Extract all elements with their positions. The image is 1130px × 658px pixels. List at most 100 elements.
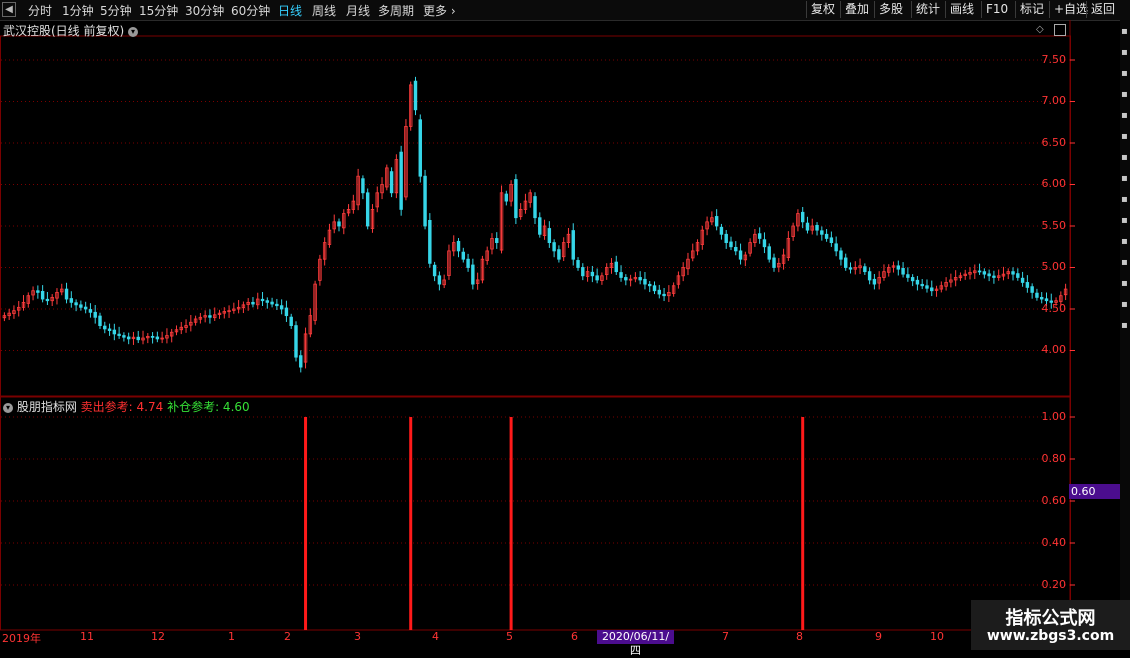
- price-label: 6.50: [1041, 136, 1067, 149]
- multi-stock-button[interactable]: 多股: [874, 1, 907, 18]
- candle-body: [719, 226, 724, 235]
- candle-body: [1030, 286, 1034, 293]
- indicator-name: 股朋指标网: [16, 400, 77, 414]
- candle-body: [265, 300, 270, 303]
- candle-body: [365, 192, 370, 227]
- overlay-button[interactable]: 叠加: [840, 1, 873, 18]
- candle-body: [64, 288, 69, 300]
- mark-button[interactable]: 标记: [1015, 1, 1048, 18]
- candle-body: [1035, 292, 1039, 298]
- draw-line-button[interactable]: 画线: [945, 1, 978, 18]
- candle-body: [590, 271, 595, 277]
- stock-title[interactable]: 武汉控股(日线 前复权) ▾: [3, 22, 139, 39]
- date-label: 5: [506, 630, 513, 643]
- tab-more-label: 更多: [423, 4, 448, 18]
- kline-chart[interactable]: [0, 20, 1120, 650]
- back-arrow-icon[interactable]: ◀: [2, 2, 16, 17]
- candle-body: [930, 287, 934, 292]
- candle-body: [456, 240, 461, 252]
- watermark: 指标公式网 www.zbgs3.com: [971, 600, 1130, 650]
- date-label: 11: [80, 630, 94, 643]
- side-panel-glyph: ▪: [1121, 68, 1128, 79]
- chevron-right-icon: ›: [447, 4, 456, 18]
- tab-60min[interactable]: 60分钟: [231, 2, 270, 19]
- candle-body: [98, 315, 102, 326]
- candle-body: [495, 238, 499, 243]
- candle-body: [757, 233, 762, 239]
- candle-body: [1039, 296, 1044, 300]
- date-label: 8: [796, 630, 803, 643]
- tab-daily[interactable]: 日线: [278, 2, 302, 19]
- tab-more[interactable]: 更多 ›: [423, 2, 456, 19]
- candle-body: [533, 196, 537, 219]
- side-panel-glyph: ▪: [1121, 26, 1128, 37]
- candle-body: [79, 304, 83, 308]
- candle-body: [1020, 277, 1025, 283]
- candle-body: [74, 302, 78, 306]
- candle-body: [69, 298, 74, 303]
- candle-body: [815, 224, 819, 231]
- fuquan-button[interactable]: 复权: [806, 1, 839, 18]
- tab-timeshare[interactable]: 分时: [28, 2, 52, 19]
- candle-body: [88, 309, 93, 313]
- back-button[interactable]: 返回: [1086, 1, 1119, 18]
- side-panel-glyph: ▪: [1121, 194, 1128, 205]
- candle-body: [423, 175, 427, 227]
- side-panel-edge[interactable]: ▪ ▪ ▪ ▪ ▪ ▪ ▪ ▪ ▪ ▪ ▪ ▪ ▪ ▪ ▪: [1120, 20, 1130, 630]
- tab-1min[interactable]: 1分钟: [62, 2, 94, 19]
- candle-body: [251, 301, 255, 305]
- candle-body: [471, 264, 475, 285]
- candle-body: [466, 258, 470, 268]
- stats-button[interactable]: 统计: [911, 1, 944, 18]
- price-label: 7.00: [1041, 94, 1067, 107]
- side-panel-glyph: ▪: [1121, 131, 1128, 142]
- tab-5min[interactable]: 5分钟: [100, 2, 132, 19]
- candle-body: [925, 285, 929, 289]
- candle-body: [867, 271, 872, 281]
- candle-body: [910, 277, 915, 282]
- candle-body: [36, 290, 40, 293]
- signal-bar: [304, 417, 308, 630]
- candle-body: [208, 315, 212, 318]
- chevron-down-icon[interactable]: ▾: [3, 402, 13, 413]
- f10-button[interactable]: F10: [981, 1, 1012, 18]
- candle-body: [662, 293, 666, 297]
- candle-body: [772, 257, 776, 268]
- candle-body: [906, 274, 910, 278]
- candle-body: [992, 275, 996, 278]
- indicator-label: 0.80: [1041, 452, 1067, 465]
- side-panel-glyph: ▪: [1121, 257, 1128, 268]
- candle-body: [920, 283, 924, 287]
- window-toggle-icon[interactable]: [1054, 24, 1066, 36]
- candle-body: [275, 303, 279, 307]
- buy-reference: 补仓参考: 4.60: [167, 400, 250, 414]
- date-label: 6: [571, 630, 578, 643]
- candle-body: [103, 325, 107, 330]
- candle-body: [117, 333, 121, 336]
- candle-body: [896, 265, 901, 270]
- candle-body: [872, 278, 877, 285]
- candle-body: [581, 267, 585, 277]
- candle-body: [418, 119, 422, 177]
- tab-15min[interactable]: 15分钟: [139, 2, 178, 19]
- candle-body: [824, 233, 829, 239]
- candle-body: [547, 228, 552, 244]
- date-label: 7: [722, 630, 729, 643]
- candlestick-series: [2, 76, 1068, 373]
- indicator-panel-border: [0, 396, 1071, 631]
- candle-body: [299, 355, 303, 368]
- chevron-down-icon[interactable]: ▾: [128, 26, 139, 37]
- candle-body: [289, 316, 293, 327]
- candle-body: [834, 243, 838, 252]
- candle-body: [40, 291, 45, 300]
- tab-30min[interactable]: 30分钟: [185, 2, 224, 19]
- candle-body: [1016, 273, 1020, 278]
- period-toolbar: ◀ 分时 1分钟 5分钟 15分钟 30分钟 60分钟 日线 周线 月线 多周期…: [0, 0, 1130, 21]
- candle-body: [389, 171, 394, 194]
- tab-monthly[interactable]: 月线: [346, 2, 370, 19]
- date-label: 1: [228, 630, 235, 643]
- indicator-title[interactable]: ▾ 股朋指标网 卖出参考: 4.74 补仓参考: 4.60: [3, 398, 250, 415]
- diamond-icon[interactable]: ◇: [1036, 24, 1044, 35]
- tab-weekly[interactable]: 周线: [312, 2, 336, 19]
- tab-multi-period[interactable]: 多周期: [378, 2, 414, 19]
